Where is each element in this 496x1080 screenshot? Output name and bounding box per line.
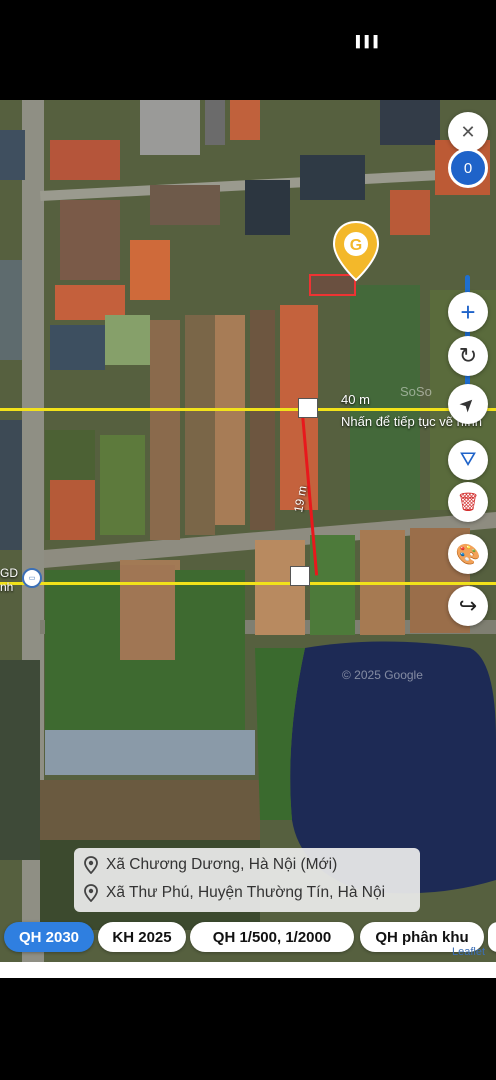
bottom-strip	[0, 962, 496, 978]
measure-distance-label: 40 m	[341, 392, 370, 407]
share-icon: ↪	[458, 593, 478, 618]
zoom-slider-knob[interactable]: 0	[448, 148, 488, 188]
chip-more[interactable]	[488, 922, 496, 952]
location-card: Xã Chương Dương, Hà Nội (Mới) Xã Thư Phú…	[74, 848, 420, 912]
layer-color-button[interactable]: 🎨	[448, 534, 488, 574]
locate-icon: ➤	[455, 391, 481, 417]
zoom-level: 0	[463, 159, 473, 177]
chip-qh-detail[interactable]: QH 1/500, 1/2000	[190, 922, 354, 952]
refresh-button[interactable]: ↻	[448, 336, 488, 376]
location-row-new: Xã Chương Dương, Hà Nội (Mới)	[84, 856, 337, 874]
measure-handle-bottom[interactable]	[290, 566, 310, 586]
svg-text:G: G	[350, 237, 362, 254]
location-pin-icon[interactable]: G	[332, 220, 380, 282]
status-bar: ▐▐▐	[0, 0, 496, 100]
share-button[interactable]: ↪	[448, 586, 488, 626]
poi-label-top: GD	[0, 566, 18, 580]
map-pin-icon	[84, 884, 98, 902]
refresh-icon: ↻	[458, 343, 478, 368]
satellite-map[interactable]: 40 m Nhấn để tiếp tục vẽ hình 19 m G GD …	[0, 100, 496, 962]
zoom-in-icon: +	[460, 296, 476, 327]
bottom-black-area	[0, 978, 496, 1080]
location-line-old: Xã Thư Phú, Huyện Thường Tín, Hà Nội	[106, 884, 386, 901]
close-icon: ✕	[460, 121, 476, 142]
satellite-imagery	[0, 100, 496, 962]
measure-tool-button[interactable]: ⛛	[448, 440, 488, 480]
close-button[interactable]: ✕	[448, 112, 488, 152]
location-row-old: Xã Thư Phú, Huyện Thường Tín, Hà Nội	[84, 884, 385, 902]
measure-handle-top[interactable]	[298, 398, 318, 418]
palette-icon: 🎨	[455, 543, 481, 566]
map-copyright: © 2025 Google	[342, 668, 423, 682]
poi-label-bottom: nh	[0, 580, 14, 594]
chip-qh-2030[interactable]: QH 2030	[4, 922, 94, 952]
zoom-in-button[interactable]: +	[448, 292, 488, 332]
status-indicator: ▐▐▐	[352, 36, 379, 48]
plan-filter-chips: QH 2030 KH 2025 QH 1/500, 1/2000 QH phân…	[0, 922, 496, 954]
measure-line-top	[0, 408, 496, 411]
measure-line-bottom	[0, 582, 496, 585]
delete-button[interactable]: 🗑	[448, 482, 488, 522]
chip-kh-2025[interactable]: KH 2025	[98, 922, 186, 952]
leaflet-attribution[interactable]: Leaflet	[452, 946, 485, 958]
measure-tool-icon: ⛛	[459, 448, 477, 471]
poi-marker-icon[interactable]: ▭	[22, 568, 42, 588]
trash-icon: 🗑	[456, 491, 480, 512]
location-line-new: Xã Chương Dương, Hà Nội (Mới)	[106, 856, 338, 873]
map-watermark: SoSo	[400, 384, 432, 399]
locate-button[interactable]: ➤	[448, 384, 488, 424]
map-pin-icon	[84, 856, 98, 874]
